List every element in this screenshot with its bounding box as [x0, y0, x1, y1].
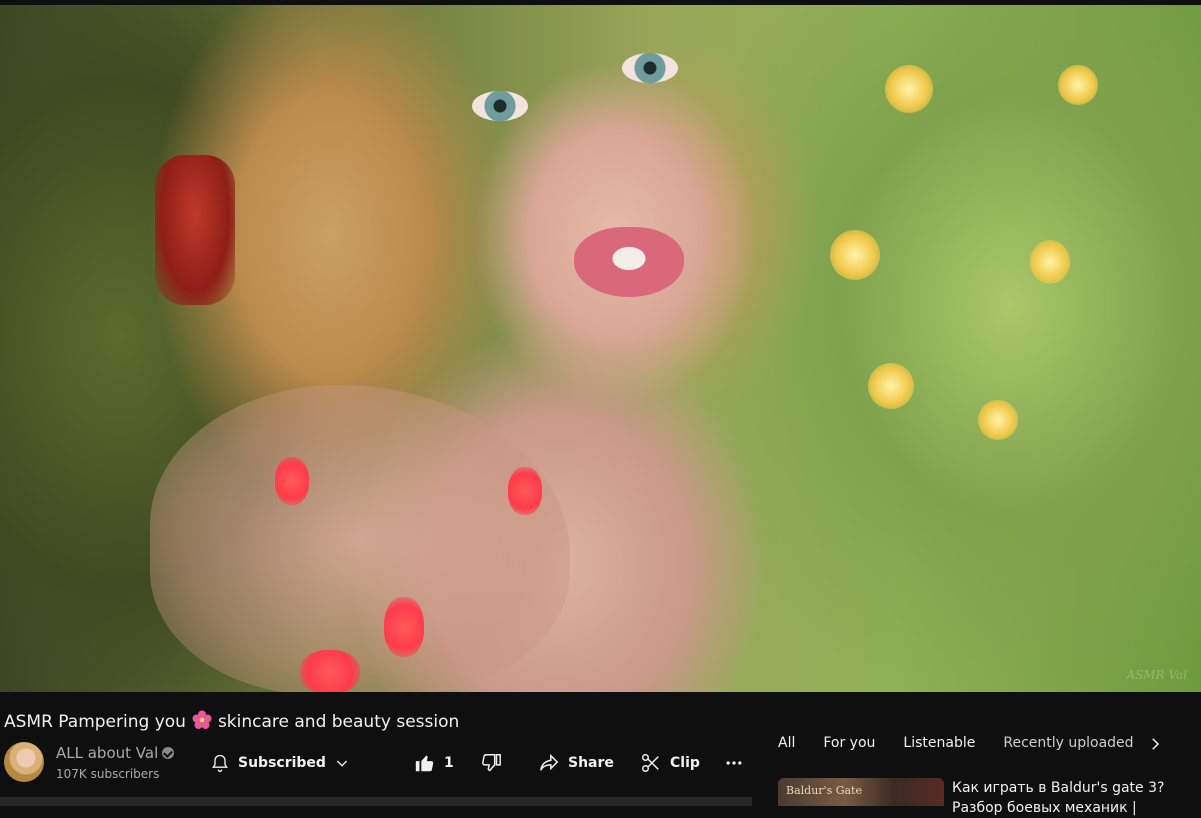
video-frame-hand: [150, 385, 570, 692]
subscribed-label: Subscribed: [238, 755, 326, 771]
video-title: ASMR Pampering you skincare and beauty se…: [4, 710, 459, 732]
channel-name[interactable]: ALL about Val: [56, 744, 158, 762]
video-frame-nail: [384, 597, 424, 657]
video-frame-bokeh: [1058, 65, 1098, 105]
video-frame-bokeh: [885, 65, 933, 113]
video-frame-eye: [622, 53, 678, 83]
share-label: Share: [568, 755, 614, 771]
more-horizontal-icon: [724, 753, 744, 773]
clip-label: Clip: [670, 755, 700, 771]
video-watermark: ASMR Val: [1126, 668, 1187, 682]
clip-button[interactable]: Clip: [640, 752, 700, 774]
share-arrow-icon: [538, 752, 560, 774]
chips-next-button[interactable]: [1146, 733, 1164, 759]
subscribed-button[interactable]: Subscribed: [210, 752, 350, 774]
description-box-edge: [0, 797, 752, 806]
channel-name-row[interactable]: ALL about Val: [56, 744, 175, 762]
thumbs-up-icon: [414, 752, 436, 774]
video-title-rest: skincare and beauty session: [217, 712, 460, 732]
chip-recently-uploaded[interactable]: Recently uploaded: [1003, 735, 1133, 751]
chevron-down-icon: [334, 755, 350, 771]
video-frame-candle: [155, 155, 235, 305]
dislike-button[interactable]: [480, 752, 502, 774]
hibiscus-flower-icon: [192, 710, 212, 730]
like-button[interactable]: 1: [414, 752, 454, 774]
thumbnail-text: Baldur's Gate: [786, 784, 862, 797]
video-frame-lips: [574, 227, 684, 297]
chip-for-you[interactable]: For you: [823, 735, 875, 751]
video-title-main: ASMR Pampering you: [4, 712, 186, 732]
filter-chips: All For you Listenable Recently uploaded: [778, 730, 1162, 756]
video-frame-nail: [508, 467, 542, 515]
video-frame-nail: [275, 457, 309, 505]
recommendation-title[interactable]: Как играть в Baldur's gate 3? Разбор бое…: [952, 778, 1192, 818]
bell-icon: [210, 753, 230, 773]
verified-check-icon: [162, 747, 175, 759]
subscriber-count: 107K subscribers: [56, 767, 160, 781]
scissors-icon: [640, 752, 662, 774]
video-frame-eye: [472, 91, 528, 121]
more-actions-button[interactable]: [724, 752, 744, 774]
share-button[interactable]: Share: [538, 752, 614, 774]
chip-all[interactable]: All: [778, 735, 795, 751]
video-frame-bokeh: [830, 230, 880, 280]
video-frame-bokeh: [978, 400, 1018, 440]
video-frame-bokeh: [1030, 240, 1070, 284]
video-player[interactable]: ASMR Val: [0, 5, 1201, 692]
thumbs-down-icon: [480, 752, 502, 774]
video-frame-bokeh: [868, 363, 914, 409]
like-count: 1: [444, 755, 454, 771]
recommendation-thumbnail[interactable]: Baldur's Gate: [778, 778, 944, 806]
chevron-right-icon: [1146, 738, 1164, 759]
chip-listenable[interactable]: Listenable: [903, 735, 975, 751]
channel-avatar[interactable]: [4, 742, 44, 782]
video-frame-nail: [300, 650, 360, 692]
